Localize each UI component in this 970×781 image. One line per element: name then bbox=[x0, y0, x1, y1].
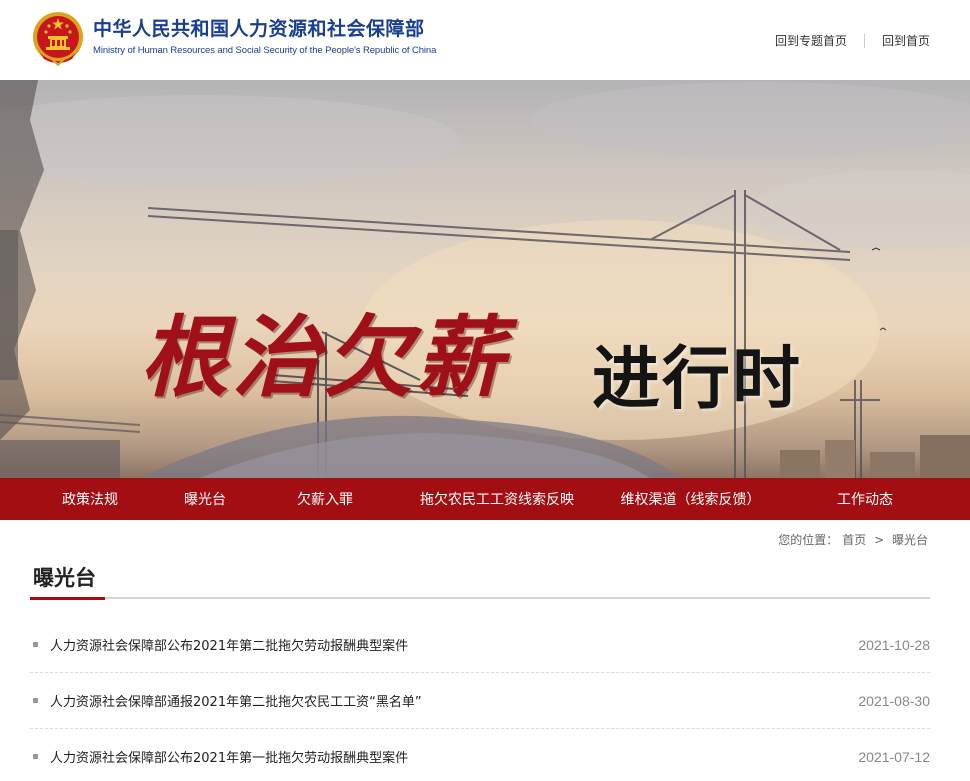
article-list: 人力资源社会保障部公布2021年第二批拖欠劳动报酬典型案件 2021-10-28… bbox=[30, 617, 930, 781]
section-title: 曝光台 bbox=[33, 566, 96, 590]
nav-item-rights-channel[interactable]: 维权渠道（线索反馈） bbox=[568, 489, 813, 509]
article-date: 2021-08-30 bbox=[858, 692, 930, 709]
site-title-en[interactable]: Ministry of Human Resources and Social S… bbox=[93, 45, 436, 56]
nav-item-clue-report[interactable]: 拖欠农民工工资线索反映 bbox=[420, 489, 574, 509]
main-content: 您的位置： 首页 > 曝光台 曝光台 人力资源社会保障部公布2021年第二批拖欠劳… bbox=[0, 520, 970, 781]
banner-title-red: 根治欠薪 bbox=[140, 305, 509, 409]
nav-item-policy[interactable]: 政策法规 bbox=[0, 489, 180, 509]
breadcrumb-current[interactable]: 曝光台 bbox=[892, 533, 928, 547]
article-date: 2021-10-28 bbox=[858, 636, 930, 653]
national-emblem-icon[interactable] bbox=[32, 9, 84, 67]
banner: 根治欠薪 进行时 bbox=[0, 80, 970, 478]
breadcrumb: 您的位置： 首页 > 曝光台 bbox=[776, 531, 930, 548]
site-header: 中华人民共和国人力资源和社会保障部 Ministry of Human Reso… bbox=[0, 0, 970, 80]
nav-item-wage-crime[interactable]: 欠薪入罪 bbox=[230, 489, 420, 509]
topic-home-link[interactable]: 回到专题首页 bbox=[775, 32, 847, 49]
bullet-icon bbox=[33, 754, 38, 759]
nav-item-work-news[interactable]: 工作动态 bbox=[813, 489, 917, 509]
breadcrumb-home[interactable]: 首页 bbox=[842, 533, 866, 547]
breadcrumb-separator: > bbox=[874, 533, 885, 547]
main-nav: 政策法规 曝光台 欠薪入罪 拖欠农民工工资线索反映 维权渠道（线索反馈） 工作动… bbox=[0, 478, 970, 520]
bullet-icon bbox=[33, 698, 38, 703]
top-link-divider bbox=[863, 33, 865, 48]
breadcrumb-prefix: 您的位置： bbox=[778, 533, 839, 547]
banner-scene bbox=[0, 80, 970, 478]
list-item[interactable]: 人力资源社会保障部通报2021年第二批拖欠农民工工资“黑名单” 2021-08-… bbox=[30, 673, 930, 729]
article-date: 2021-07-12 bbox=[858, 748, 930, 765]
list-item[interactable]: 人力资源社会保障部公布2021年第二批拖欠劳动报酬典型案件 2021-10-28 bbox=[30, 617, 930, 673]
site-title-cn[interactable]: 中华人民共和国人力资源和社会保障部 bbox=[93, 14, 425, 41]
banner-title-black: 进行时 bbox=[592, 340, 803, 419]
nav-item-exposure[interactable]: 曝光台 bbox=[180, 489, 230, 509]
list-item[interactable]: 人力资源社会保障部公布2021年第一批拖欠劳动报酬典型案件 2021-07-12 bbox=[30, 729, 930, 781]
home-link[interactable]: 回到首页 bbox=[882, 32, 930, 49]
article-title[interactable]: 人力资源社会保障部公布2021年第一批拖欠劳动报酬典型案件 bbox=[50, 747, 858, 766]
article-title[interactable]: 人力资源社会保障部公布2021年第二批拖欠劳动报酬典型案件 bbox=[50, 635, 858, 654]
bullet-icon bbox=[33, 642, 38, 647]
section-title-divider bbox=[30, 597, 930, 599]
top-links: 回到专题首页 回到首页 bbox=[775, 32, 930, 49]
article-title[interactable]: 人力资源社会保障部通报2021年第二批拖欠农民工工资“黑名单” bbox=[50, 691, 858, 710]
section-title-accent bbox=[30, 597, 105, 600]
